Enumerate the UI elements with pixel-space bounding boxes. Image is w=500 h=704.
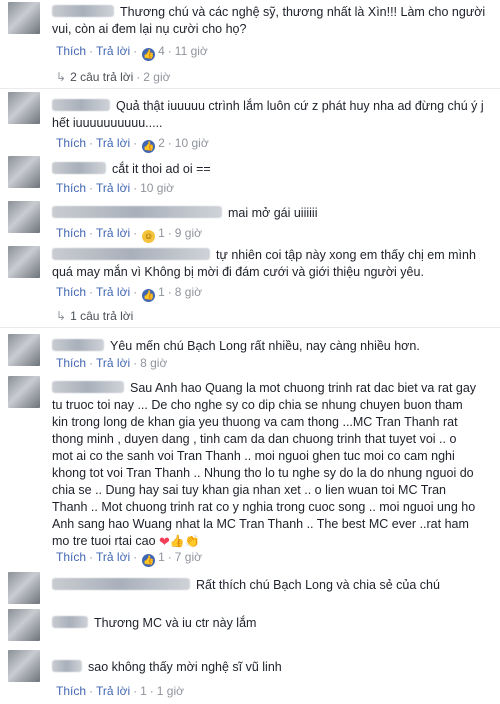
- like-reaction-icon[interactable]: 👍: [142, 289, 156, 302]
- avatar[interactable]: [8, 609, 40, 641]
- commenter-name-blurred[interactable]: [52, 206, 222, 218]
- like-reaction-icon[interactable]: 👍: [142, 554, 156, 567]
- commenter-name-blurred[interactable]: [52, 99, 110, 111]
- timestamp[interactable]: 10 giờ: [175, 136, 209, 150]
- reply-link[interactable]: Trả lời: [96, 356, 130, 370]
- comment-text: Yêu mến chú Bạch Long rất nhiều, nay càn…: [52, 338, 492, 355]
- like-link[interactable]: Thích: [56, 285, 86, 299]
- comment-text: Rất thích chú Bạch Long và chia sẻ của c…: [52, 577, 492, 594]
- comment-text: Thương chú và các nghệ sỹ, thương nhất l…: [52, 5, 486, 36]
- comment-actions: Thích · Trả lời · 👍 1 · 7 giờ: [56, 550, 203, 567]
- like-reaction-icon[interactable]: 👍: [142, 48, 156, 61]
- thumbs-up-emoji-icon: 👍: [169, 534, 185, 548]
- view-replies[interactable]: ↳ 1 câu trả lời: [56, 309, 133, 323]
- reaction-count[interactable]: 2: [158, 136, 165, 150]
- like-link[interactable]: Thích: [56, 684, 86, 698]
- avatar[interactable]: [8, 376, 40, 408]
- comment-actions: Thích · Trả lời · 10 giờ: [56, 181, 174, 195]
- comment-actions: Thích · Trả lời · 👍 4 · 11 giờ: [56, 44, 208, 61]
- comment-text: Quả thật iuuuuu ctrình lắm luôn cứ z phá…: [52, 99, 484, 130]
- reply-link[interactable]: Trả lời: [96, 226, 130, 240]
- timestamp[interactable]: 7 giờ: [175, 550, 202, 564]
- commenter-name-blurred[interactable]: [52, 162, 106, 174]
- timestamp[interactable]: 1 giờ: [157, 684, 184, 698]
- comment-text: cắt it thoi ad oi ==: [52, 161, 492, 178]
- like-link[interactable]: Thích: [56, 550, 86, 564]
- reply-arrow-icon: ↳: [56, 70, 67, 84]
- avatar[interactable]: [8, 92, 40, 124]
- commenter-name-blurred[interactable]: [52, 578, 190, 590]
- view-replies[interactable]: ↳ 2 câu trả lời · 2 giờ: [56, 70, 171, 84]
- comment-actions: Thích · Trả lời · 👍 2 · 10 giờ: [56, 136, 209, 153]
- reaction-count[interactable]: 1: [158, 550, 165, 564]
- comment-text: Sau Anh hao Quang la mot chuong trinh ra…: [52, 381, 477, 549]
- comment-text: mai mở gái uiiiiii: [52, 205, 492, 222]
- reply-link[interactable]: Trả lời: [96, 44, 130, 58]
- avatar[interactable]: [8, 650, 40, 682]
- timestamp[interactable]: 8 giờ: [140, 356, 167, 370]
- reply-link[interactable]: Trả lời: [96, 684, 130, 698]
- commenter-name-blurred[interactable]: [52, 660, 82, 672]
- reply-link[interactable]: Trả lời: [96, 181, 130, 195]
- like-link[interactable]: Thích: [56, 44, 86, 58]
- avatar[interactable]: [8, 156, 40, 188]
- comment-text: tự nhiên coi tập này xong em thấy chị em…: [52, 248, 476, 279]
- avatar[interactable]: [8, 334, 40, 366]
- reply-link[interactable]: Trả lời: [96, 285, 130, 299]
- avatar[interactable]: [8, 2, 40, 34]
- clap-emoji-icon: 👏: [184, 534, 200, 548]
- divider: [0, 88, 500, 89]
- reaction-count[interactable]: 4: [158, 44, 165, 58]
- avatar[interactable]: [8, 201, 40, 233]
- commenter-name-blurred[interactable]: [52, 5, 114, 17]
- comment-actions: Thích · Trả lời · ☺ 1 · 9 giờ: [56, 226, 203, 243]
- commenter-name-blurred[interactable]: [52, 248, 210, 260]
- like-link[interactable]: Thích: [56, 181, 86, 195]
- commenter-name-blurred[interactable]: [52, 381, 124, 393]
- avatar[interactable]: [8, 572, 40, 604]
- reply-link[interactable]: Trả lời: [96, 136, 130, 150]
- reaction-count[interactable]: 1: [158, 285, 165, 299]
- timestamp[interactable]: 10 giờ: [140, 181, 174, 195]
- reply-link[interactable]: Trả lời: [96, 550, 130, 564]
- haha-reaction-icon[interactable]: ☺: [142, 230, 156, 243]
- avatar[interactable]: [8, 246, 40, 278]
- timestamp[interactable]: 11 giờ: [175, 44, 208, 58]
- comment-actions: Thích · Trả lời · 👍 1 · 8 giờ: [56, 285, 203, 302]
- timestamp[interactable]: 9 giờ: [175, 226, 202, 240]
- comment-actions: Thích · Trả lời · 1 · 1 giờ: [56, 684, 185, 698]
- like-link[interactable]: Thích: [56, 356, 86, 370]
- heart-emoji-icon: ❤: [159, 534, 170, 549]
- reaction-count[interactable]: 1: [140, 684, 147, 698]
- like-link[interactable]: Thích: [56, 136, 86, 150]
- comment-text: Thương MC và iu ctr này lắm: [52, 615, 492, 632]
- commenter-name-blurred[interactable]: [52, 339, 104, 351]
- like-link[interactable]: Thích: [56, 226, 86, 240]
- reply-arrow-icon: ↳: [56, 309, 67, 323]
- comment-text: sao không thấy mời nghệ sĩ vũ linh: [52, 659, 492, 676]
- like-reaction-icon[interactable]: 👍: [142, 140, 156, 153]
- comment-actions: Thích · Trả lời · 8 giờ: [56, 356, 168, 370]
- commenter-name-blurred[interactable]: [52, 616, 88, 628]
- timestamp[interactable]: 8 giờ: [175, 285, 202, 299]
- reaction-count[interactable]: 1: [158, 226, 165, 240]
- divider: [0, 327, 500, 328]
